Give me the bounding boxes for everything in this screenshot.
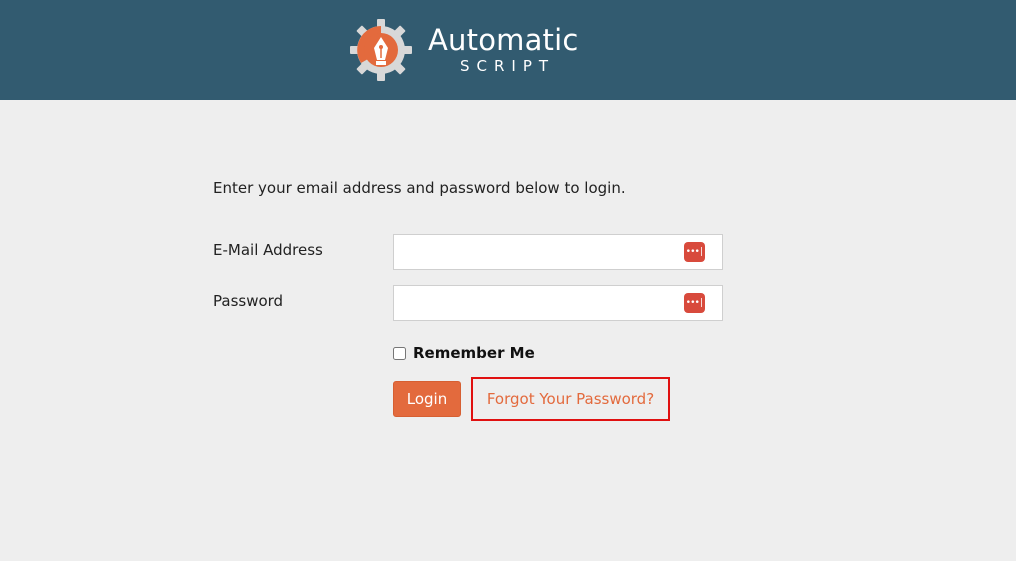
email-label: E-Mail Address: [213, 241, 323, 259]
gear-pen-nib-icon: [350, 19, 412, 81]
password-manager-icon[interactable]: •••|: [684, 293, 705, 313]
password-manager-icon[interactable]: •••|: [684, 242, 705, 262]
header: Automatic SCRIPT: [0, 0, 1016, 100]
password-field[interactable]: [394, 286, 694, 320]
email-field-wrapper: •••|: [393, 234, 723, 270]
remember-me-label[interactable]: Remember Me: [413, 344, 535, 362]
password-label: Password: [213, 292, 284, 310]
login-instructions: Enter your email address and password be…: [213, 179, 626, 197]
forgot-password-link[interactable]: Forgot Your Password?: [471, 377, 670, 421]
login-button[interactable]: Login: [393, 381, 461, 417]
password-field-wrapper: •••|: [393, 285, 723, 321]
logo-subtitle: SCRIPT: [460, 57, 556, 75]
remember-me-checkbox[interactable]: [393, 346, 406, 360]
logo-title: Automatic: [428, 23, 579, 57]
remember-me: Remember Me: [393, 344, 535, 362]
email-field[interactable]: [394, 235, 694, 269]
logo[interactable]: Automatic SCRIPT: [350, 18, 579, 82]
